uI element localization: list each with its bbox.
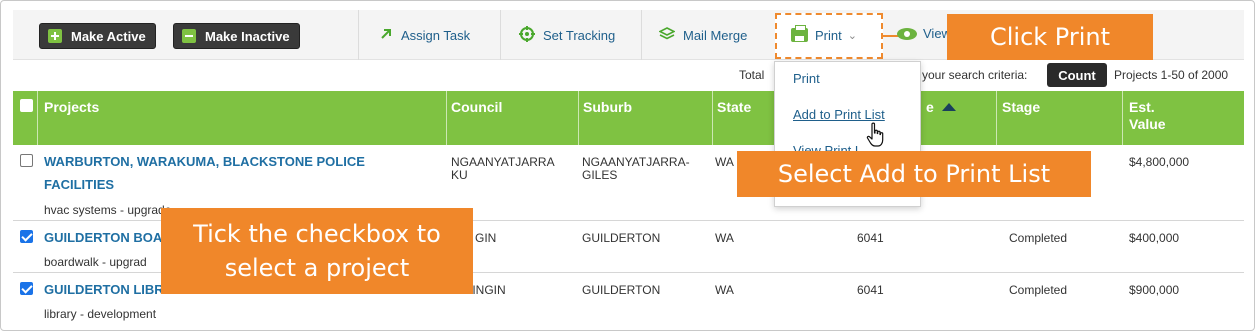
row-checkbox-checked[interactable] [20,230,33,243]
eye-icon [897,27,917,40]
project-description: library - development [44,307,157,321]
column-divider [1122,91,1123,145]
council-cell: NGAANYATJARRA KU [451,156,555,182]
stage-cell: Completed [1009,283,1068,297]
sort-ascending-icon [941,103,956,111]
callout-select-add-to-print-list: Select Add to Print List [737,151,1091,197]
chevron-down-icon: ⌄ [847,29,857,42]
column-divider [578,91,579,145]
value-cell: $400,000 [1129,231,1180,245]
plus-icon [48,29,62,43]
suburb-line: GILES [582,168,618,182]
callout-tick-line: select a project [224,254,410,282]
layers-icon [658,26,676,45]
printer-icon [791,25,808,42]
header-council[interactable]: Council [451,99,502,116]
callout-tick-line: Tick the checkbox to [193,220,441,248]
state-cell: WA [715,155,734,169]
header-stage[interactable]: Stage [1002,99,1040,116]
arrow-up-right-icon [379,27,393,44]
header-postcode[interactable]: e [926,99,956,116]
make-active-button[interactable]: Make Active [39,23,156,49]
postcode-cell: 6041 [857,283,884,297]
column-divider [37,91,38,145]
toolbar-divider [500,10,501,60]
toolbar-divider [358,10,359,60]
callout-click-print: Click Print [947,14,1153,60]
header-postcode-label: e [926,99,934,115]
council-cell: GIN [475,231,497,245]
header-est-value-line2: Value [1129,116,1166,132]
callout-tick-checkbox: Tick the checkbox to select a project [161,208,473,294]
view-button[interactable]: View [897,26,951,41]
state-cell: WA [715,283,734,297]
toolbar-divider [641,10,642,60]
print-label: Print [815,27,842,43]
column-divider [446,91,447,145]
make-inactive-button[interactable]: Make Inactive [173,23,300,49]
menu-item-add-to-print-list[interactable]: Add to Print List [793,107,885,122]
set-tracking-button[interactable]: Set Tracking [519,10,615,60]
mail-merge-button[interactable]: Mail Merge [658,10,748,60]
select-all-checkbox[interactable] [20,99,33,112]
header-state[interactable]: State [717,99,751,116]
mail-merge-label: Mail Merge [683,27,748,43]
header-est-value[interactable]: Est. Value [1129,99,1166,133]
assign-task-label: Assign Task [401,27,471,43]
value-cell: $4,800,000 [1129,155,1190,169]
make-inactive-label: Make Inactive [205,28,290,44]
hand-pointer-icon [866,122,886,151]
postcode-cell: 6041 [857,231,884,245]
suburb-cell: GUILDERTON [582,283,661,297]
state-cell: WA [715,231,734,245]
menu-item-print[interactable]: Print [793,71,820,86]
results-count-row: Total your search criteria: Count Projec… [1,61,1254,89]
column-divider [996,91,997,145]
results-range: Projects 1-50 of 2000 [1114,68,1229,82]
suburb-cell: GUILDERTON [582,231,661,245]
app-frame: Make Active Make Inactive Assign Task Se… [0,0,1255,331]
header-est-value-line1: Est. [1129,99,1155,115]
project-title-line: FACILITIES [44,177,115,192]
print-button[interactable]: Print ⌄ [791,10,857,60]
project-title-link[interactable]: WARBURTON, WARAKUMA, BLACKSTONE POLICE F… [44,150,424,196]
target-icon [519,25,535,45]
count-button[interactable]: Count [1047,63,1107,87]
project-description: boardwalk - upgrad [44,255,147,269]
row-checkbox[interactable] [20,154,33,167]
header-suburb[interactable]: Suburb [583,99,632,116]
assign-task-button[interactable]: Assign Task [379,10,470,60]
project-title-line: WARBURTON, WARAKUMA, BLACKSTONE POLICE [44,154,365,169]
make-active-label: Make Active [71,28,146,44]
suburb-cell: NGAANYATJARRA- GILES [582,156,690,182]
row-checkbox-checked[interactable] [20,282,33,295]
stage-cell: Completed [1009,231,1068,245]
criteria-label: your search criteria: [922,68,1028,82]
minus-icon [182,29,196,43]
set-tracking-label: Set Tracking [543,27,616,43]
total-label: Total [739,68,765,82]
header-projects[interactable]: Projects [44,99,99,116]
project-description: hvac systems - upgrade [44,203,172,217]
column-divider [712,91,713,145]
value-cell: $900,000 [1129,283,1180,297]
council-line: KU [451,168,468,182]
table-header: Projects Council Suburb State e Stage Es… [13,91,1244,145]
